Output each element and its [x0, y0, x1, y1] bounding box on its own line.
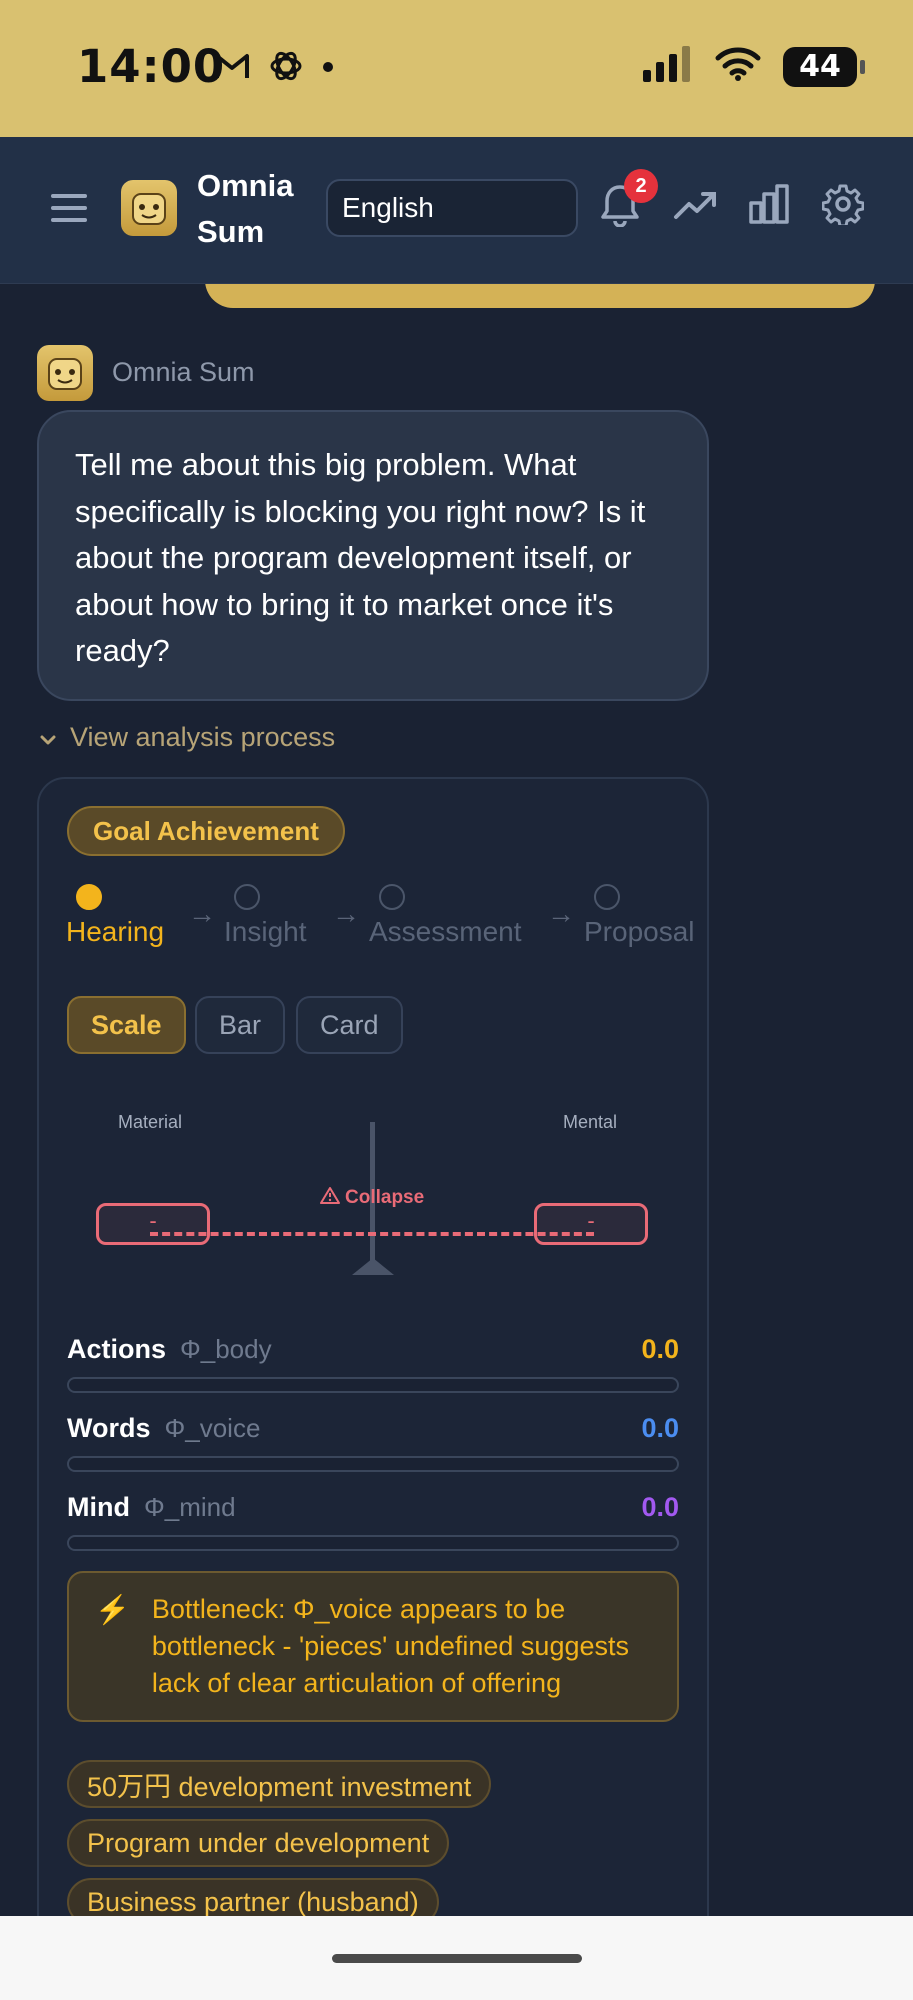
goal-badge: Goal Achievement: [67, 806, 345, 856]
tab-bar[interactable]: Bar: [195, 996, 286, 1054]
tab-card[interactable]: Card: [296, 996, 403, 1054]
home-indicator[interactable]: [332, 1954, 582, 1963]
notification-badge: 2: [624, 169, 658, 203]
menu-icon[interactable]: [50, 192, 88, 229]
step-label: Proposal: [584, 916, 695, 947]
metric-bar: [67, 1456, 679, 1472]
app-name: Omnia Sum: [197, 168, 294, 249]
bottleneck-text: Bottleneck: Φ_voice appears to be bottle…: [151, 1594, 629, 1698]
openai-icon: [268, 48, 304, 89]
bottleneck-callout: ⚡ Bottleneck: Φ_voice appears to be bott…: [67, 1571, 679, 1722]
step-dot: [594, 884, 620, 910]
view-analysis-toggle[interactable]: View analysis process: [40, 722, 335, 753]
collapse-label: Collapse: [345, 1187, 425, 1208]
arrow-right-icon: →: [547, 898, 575, 929]
step-hearing: Hearing: [66, 884, 164, 948]
step-label: Assessment: [369, 916, 522, 947]
scale-left-pan: -: [96, 1203, 210, 1245]
lightning-icon: ⚡: [95, 1594, 130, 1625]
bar-chart-icon[interactable]: [748, 183, 790, 230]
message-bubble: Tell me about this big problem. What spe…: [37, 410, 709, 701]
warning-icon: [320, 1186, 340, 1210]
metric-name: Words: [67, 1413, 151, 1443]
metric-value: 0.0: [641, 1334, 679, 1364]
step-label: Hearing: [66, 916, 165, 947]
metric-value: 0.0: [641, 1492, 679, 1522]
status-bar: 14:00 44: [0, 0, 913, 137]
fact-tag: Program under development: [67, 1819, 450, 1867]
tab-scale[interactable]: Scale: [67, 996, 186, 1054]
view-analysis-label: View analysis process: [70, 722, 336, 752]
metric-symbol: Φ_mind: [143, 1492, 236, 1522]
metric-symbol: Φ_body: [180, 1334, 272, 1364]
wifi-icon: [715, 46, 761, 87]
home-indicator-area: [0, 1916, 913, 2000]
metric-symbol: Φ_voice: [164, 1413, 261, 1443]
language-select[interactable]: English: [326, 179, 578, 237]
dot-icon: [322, 60, 334, 78]
fact-tag: 50万円 development investment: [67, 1760, 492, 1808]
metric-mind: Mind Φ_mind 0.0: [67, 1492, 679, 1551]
metric-bar: [67, 1535, 679, 1551]
metric-bar: [67, 1377, 679, 1393]
bot-avatar: [37, 345, 93, 401]
metric-words: Words Φ_voice 0.0: [67, 1413, 679, 1472]
arrow-right-icon: →: [332, 898, 360, 929]
trending-icon[interactable]: [673, 189, 717, 226]
scale-right-label: Mental: [563, 1112, 618, 1132]
signal-icon: [643, 46, 693, 87]
arrow-right-icon: →: [188, 898, 216, 929]
metric-actions: Actions Φ_body 0.0: [67, 1334, 679, 1393]
metric-name: Actions: [67, 1334, 167, 1364]
step-dot: [379, 884, 405, 910]
step-dot: [234, 884, 260, 910]
step-label: Insight: [224, 916, 307, 947]
bot-name: Omnia Sum: [112, 357, 255, 387]
gear-icon[interactable]: [821, 183, 865, 230]
chevron-down-icon: [40, 722, 56, 753]
status-icons-right: 44: [643, 46, 865, 87]
step-dot: [76, 884, 102, 910]
app-logo: [121, 180, 177, 236]
gmail-icon: [214, 52, 250, 85]
step-assessment: Assessment: [369, 884, 522, 948]
status-icons-left: [214, 48, 334, 89]
metric-name: Mind: [67, 1492, 130, 1522]
metric-value: 0.0: [641, 1413, 679, 1443]
scale-left-label: Material: [118, 1112, 183, 1132]
battery-icon: 44: [783, 46, 865, 87]
scale-beam: [150, 1232, 594, 1236]
scale-right-pan: -: [534, 1203, 648, 1245]
step-proposal: Proposal: [584, 884, 704, 948]
scale-base: [352, 1258, 394, 1275]
step-insight: Insight: [224, 884, 307, 948]
app-header: Omnia Sum English 2: [0, 137, 913, 284]
collapse-warning: Collapse: [320, 1186, 424, 1210]
status-time: 14:00: [77, 40, 226, 93]
